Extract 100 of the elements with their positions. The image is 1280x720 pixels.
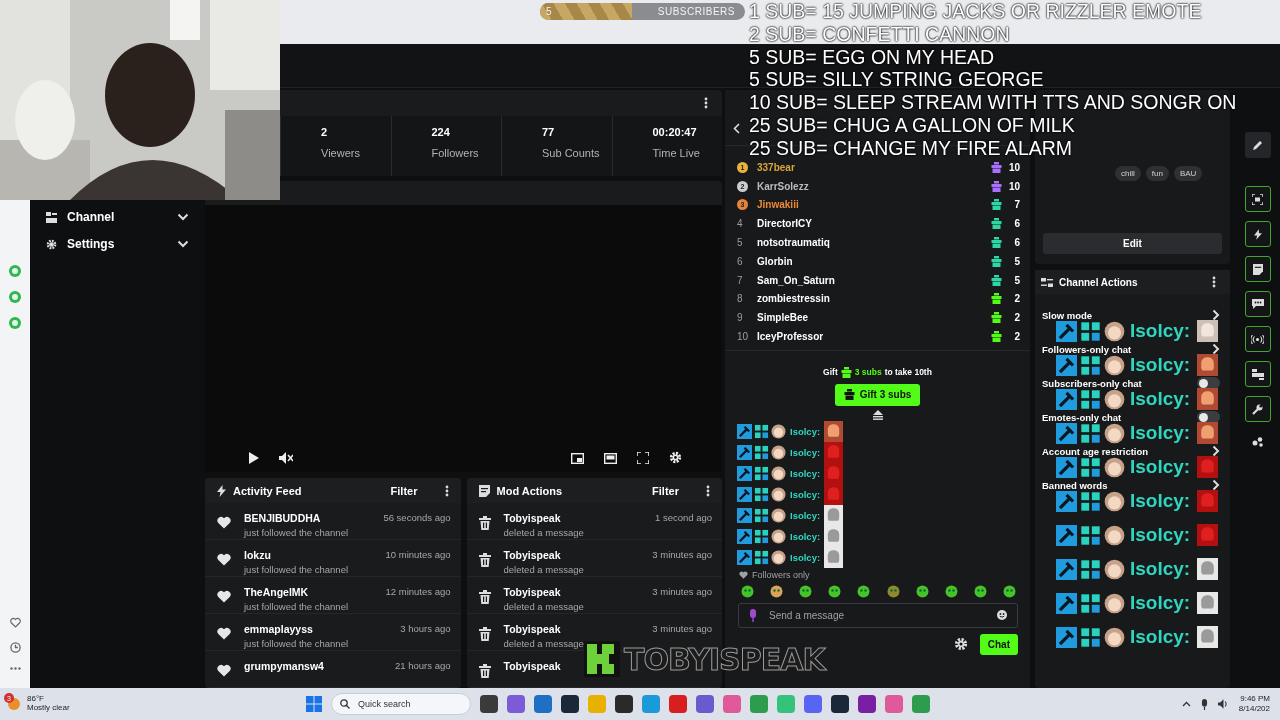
camera-button[interactable] (1244, 361, 1271, 387)
gift-icon (843, 389, 855, 401)
emote-icon[interactable] (770, 584, 784, 598)
taskbar-app-icon[interactable] (615, 695, 633, 713)
emote-icon[interactable] (973, 584, 987, 598)
channel-action-item[interactable]: Slow mode (1035, 309, 1230, 321)
more-icon[interactable] (704, 97, 708, 109)
taskbar-app-icon[interactable] (480, 695, 498, 713)
message-field[interactable]: Send a message (767, 608, 987, 622)
settings-icon (46, 238, 57, 250)
avatar-icon (1104, 626, 1125, 648)
taskbar-app-icon[interactable] (831, 695, 849, 713)
chevron-up-icon[interactable] (1181, 701, 1191, 707)
theater-mode-button[interactable] (602, 451, 619, 466)
bolt-button[interactable] (1244, 221, 1271, 247)
moderator-badge-icon (1056, 490, 1077, 512)
badge-icon (1080, 320, 1101, 342)
moderator-badge-icon (737, 424, 752, 440)
bolt-icon (217, 484, 226, 497)
emote-icon[interactable] (886, 584, 900, 598)
badge-icon (1080, 456, 1101, 478)
more-icon[interactable] (706, 484, 710, 497)
panel-title: Mod Actions (496, 484, 564, 497)
badge-icon (1080, 524, 1101, 546)
gifter-name: zombiestressin (757, 293, 831, 305)
nodes-icon[interactable] (1251, 437, 1264, 447)
gifter-name: SimpleBee (757, 312, 810, 324)
moderator-badge-icon (737, 550, 752, 566)
gift-subs-button[interactable]: Gift 3 subs (834, 383, 921, 406)
badge-icon (754, 550, 769, 566)
more-icon[interactable] (1212, 276, 1216, 288)
username: Tobyispeak (503, 660, 561, 673)
channel-action-item[interactable]: Banned words (1035, 479, 1230, 491)
notes-button[interactable] (1244, 256, 1271, 282)
emote-icon[interactable] (799, 584, 813, 598)
toggle-switch[interactable] (1197, 411, 1220, 423)
microphone-icon[interactable] (1200, 698, 1208, 710)
tag: chill (1115, 166, 1141, 181)
search-box[interactable]: Quick search (331, 693, 471, 715)
edit-button[interactable]: Edit (1043, 233, 1222, 254)
sliders-icon (1041, 276, 1053, 288)
taskbar-app-icon[interactable] (696, 695, 714, 713)
avatar-icon (1104, 558, 1125, 580)
wrench-button[interactable] (1244, 396, 1271, 422)
chat-username: Isolcy: (1130, 593, 1191, 613)
back-button[interactable] (731, 121, 742, 136)
timestamp: 56 seconds ago (383, 512, 451, 525)
edit-button[interactable] (1244, 132, 1271, 158)
wrench-icon (1252, 403, 1263, 415)
message-box[interactable]: Send a message (738, 602, 1018, 628)
channel-action-item[interactable]: Account age restriction (1035, 445, 1230, 457)
mute-button[interactable] (277, 450, 295, 466)
moderator-badge-icon (1056, 320, 1077, 342)
rank-number: 10 (737, 331, 750, 343)
gift-count: 2 (1013, 312, 1020, 324)
emote-icon[interactable] (741, 584, 754, 598)
settings-icon[interactable] (953, 637, 968, 652)
gift-count: 10 (1008, 180, 1020, 192)
gifter-name: IceyProfessor (757, 331, 825, 343)
timestamp: 3 minutes ago (652, 549, 712, 562)
moderator-badge-icon (1056, 422, 1077, 444)
screen-capture-button[interactable] (1244, 186, 1271, 212)
clock-icon[interactable] (9, 642, 21, 653)
emote-icon[interactable] (915, 584, 929, 598)
avatar-icon (1104, 592, 1125, 614)
more-icon[interactable] (444, 484, 449, 497)
filter-button[interactable]: Filter (646, 483, 685, 498)
broadcast-button[interactable] (1244, 326, 1271, 352)
picture-in-picture-button[interactable] (569, 451, 586, 466)
search-field[interactable]: Quick search (356, 698, 456, 710)
play-button[interactable] (247, 450, 261, 466)
emote-icon[interactable] (944, 584, 958, 598)
gift-count: 6 (1013, 218, 1020, 230)
channel-action-item[interactable]: Followers-only chat (1035, 343, 1230, 355)
collapse-button[interactable] (871, 409, 884, 420)
panel-title: Channel Actions (1059, 276, 1139, 288)
gifter-name: KarrSolezz (757, 180, 810, 192)
toggle-switch[interactable] (1197, 377, 1220, 389)
badge-icon (754, 508, 769, 524)
rank-number: 8 (737, 293, 744, 305)
avatar-icon (771, 508, 786, 524)
emote-icon[interactable] (1003, 584, 1016, 598)
emote-icon[interactable] (828, 584, 842, 598)
nav-item[interactable]: Channel (42, 206, 193, 228)
taskbar-app-icon[interactable] (858, 695, 876, 713)
heart-outline-icon[interactable] (9, 617, 21, 628)
fullscreen-button[interactable] (635, 450, 651, 466)
start-icon[interactable] (306, 696, 322, 712)
taskbar-app-icon[interactable] (561, 695, 579, 713)
chat-username: Isolcy: (1130, 355, 1191, 375)
filter-button[interactable]: Filter (384, 483, 424, 498)
speaker-icon[interactable] (1217, 699, 1229, 709)
emoji-icon[interactable] (997, 610, 1007, 621)
nav-item[interactable]: Settings (42, 233, 193, 255)
settings-button[interactable] (667, 449, 684, 466)
temperature: 86°F (27, 695, 45, 704)
badge-icon (754, 529, 769, 545)
chat-send-button[interactable]: Chat (979, 633, 1018, 655)
emote-icon[interactable] (857, 584, 871, 598)
chat-button[interactable] (1244, 291, 1271, 317)
